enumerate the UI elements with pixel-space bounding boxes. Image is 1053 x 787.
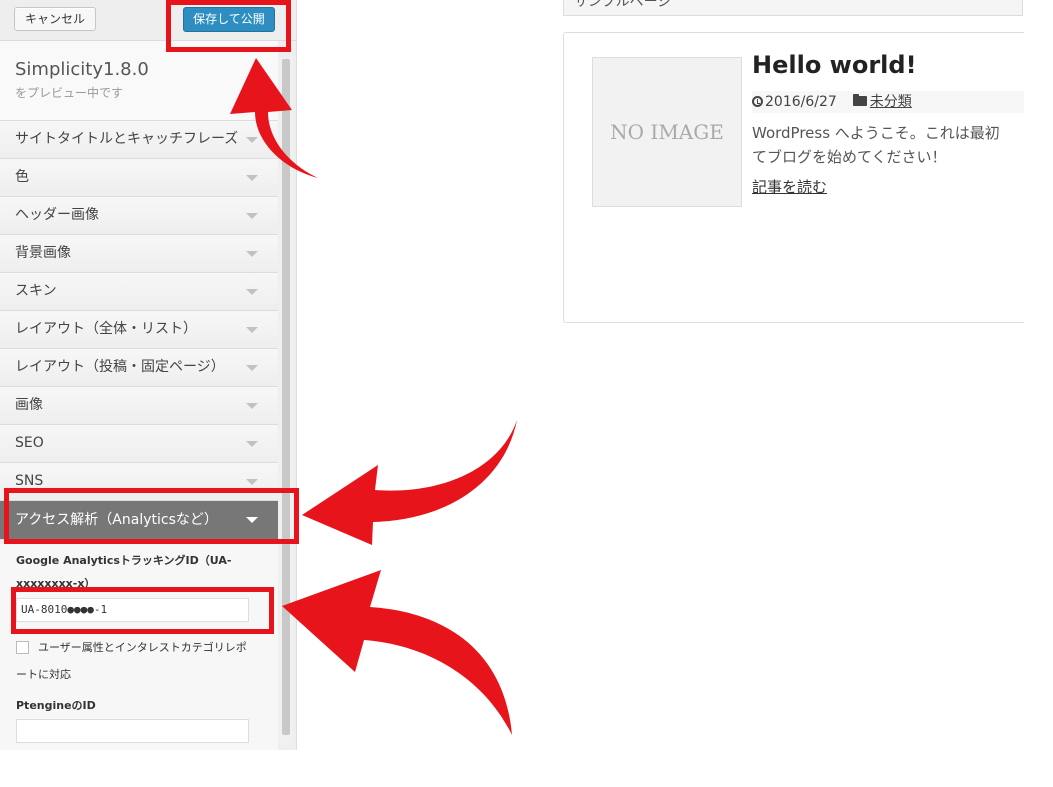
chevron-down-icon (246, 327, 258, 333)
excerpt-line: WordPress へようこそ。これは最初 (752, 124, 1000, 142)
post-category-link[interactable]: 未分類 (870, 94, 912, 110)
section-background-image[interactable]: 背景画像 (0, 235, 278, 273)
section-layout-post[interactable]: レイアウト（投稿・固定ページ） (0, 349, 278, 387)
demographics-checkbox-label: ユーザー属性とインタレストカテゴリレポートに対応 (16, 641, 247, 681)
post-excerpt: WordPress へようこそ。これは最初 てブログを始めてください！ (752, 121, 1024, 169)
post-date: 2016/6/27 (765, 94, 837, 110)
preview-nav-tab[interactable]: サンプルページ (563, 0, 1023, 16)
section-label: レイアウト（全体・リスト） (15, 321, 197, 337)
section-colors[interactable]: 色 (0, 159, 278, 197)
section-image[interactable]: 画像 (0, 387, 278, 425)
sidebar-scrollbar[interactable] (279, 57, 293, 747)
ptengine-id-label: PtengineのID (16, 699, 96, 712)
section-label: スキン (15, 283, 57, 299)
clock-icon (752, 96, 763, 107)
annotation-box-save (166, 0, 291, 52)
preview-note: をプレビュー中です (15, 86, 124, 100)
chevron-down-icon (246, 251, 258, 257)
section-layout-list[interactable]: レイアウト（全体・リスト） (0, 311, 278, 349)
section-label: SEO (15, 435, 44, 451)
theme-info: Simplicity1.8.0 をプレビュー中です (0, 41, 278, 121)
section-site-title[interactable]: サイトタイトルとキャッチフレーズ (0, 121, 278, 159)
customizer-sidebar: キャンセル 保存して公開 Simplicity1.8.0 をプレビュー中です サ… (0, 0, 297, 750)
chevron-down-icon (246, 441, 258, 447)
excerpt-line: てブログを始めてください！ (752, 148, 947, 166)
section-label: 色 (15, 169, 29, 185)
scrollbar-thumb[interactable] (282, 59, 290, 735)
post-meta: 2016/6/27 未分類 (752, 91, 1024, 113)
annotation-box-analytics-section (4, 488, 299, 544)
post-thumbnail[interactable]: NO IMAGE (592, 57, 742, 207)
section-label: ヘッダー画像 (15, 207, 99, 223)
theme-name: Simplicity1.8.0 (15, 59, 149, 80)
post-title[interactable]: Hello world! (752, 51, 917, 79)
section-label: SNS (15, 473, 44, 489)
chevron-down-icon (246, 365, 258, 371)
annotation-arrow-analytics (302, 420, 517, 545)
section-seo[interactable]: SEO (0, 425, 278, 463)
chevron-down-icon (246, 175, 258, 181)
chevron-down-icon (246, 289, 258, 295)
cancel-button[interactable]: キャンセル (14, 7, 97, 31)
chevron-down-icon (246, 403, 258, 409)
annotation-arrow-ga-input (282, 570, 512, 735)
section-skin[interactable]: スキン (0, 273, 278, 311)
ptengine-id-input[interactable] (16, 719, 249, 743)
folder-icon (852, 94, 867, 106)
section-label: 背景画像 (15, 245, 71, 261)
read-more-link[interactable]: 記事を読む (752, 176, 827, 197)
chevron-down-icon (246, 479, 258, 485)
analytics-panel: Google AnalyticsトラッキングID（UA-xxxxxxxx-x） … (0, 544, 278, 750)
section-label: 画像 (15, 397, 43, 413)
section-list: サイトタイトルとキャッチフレーズ 色 ヘッダー画像 背景画像 スキン レイアウト… (0, 121, 278, 540)
section-label: サイトタイトルとキャッチフレーズ (15, 131, 239, 147)
section-label: レイアウト（投稿・固定ページ） (15, 359, 225, 375)
section-header-image[interactable]: ヘッダー画像 (0, 197, 278, 235)
annotation-box-ga-input (11, 587, 274, 634)
chevron-down-icon (246, 137, 258, 143)
chevron-down-icon (246, 213, 258, 219)
post-card: NO IMAGE Hello world! 2016/6/27 未分類 WordP… (563, 32, 1024, 323)
